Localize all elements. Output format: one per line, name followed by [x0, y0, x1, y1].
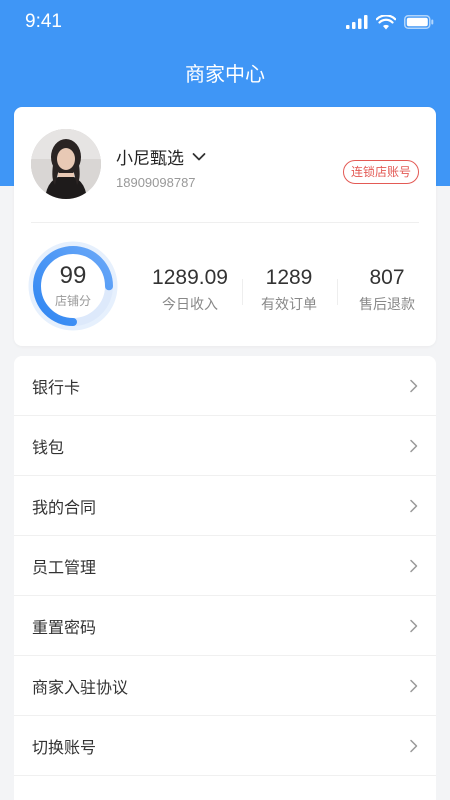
avatar[interactable] — [31, 129, 101, 199]
shop-phone: 18909098787 — [116, 175, 196, 190]
battery-icon — [404, 15, 434, 29]
menu-item-label: 员工管理 — [32, 557, 97, 577]
menu-item-staff[interactable]: 员工管理 — [14, 536, 436, 596]
wifi-icon — [376, 14, 396, 29]
score-value: 99 — [59, 262, 87, 289]
chevron-right-icon — [410, 499, 418, 512]
menu-item-bank-card[interactable]: 银行卡 — [14, 356, 436, 416]
chevron-right-icon — [410, 739, 418, 752]
menu-item-wallet[interactable]: 钱包 — [14, 416, 436, 476]
income-value: 1289.09 — [152, 266, 228, 289]
menu-item-merchant-agreement[interactable]: 商家入驻协议 — [14, 656, 436, 716]
chevron-down-icon — [192, 152, 206, 160]
stat-divider — [337, 279, 338, 305]
menu-item-reset-password[interactable]: 重置密码 — [14, 596, 436, 656]
score-label: 店铺分 — [54, 294, 91, 308]
profile-card: 小尼甄选 18909098787 连锁店账号 99 店铺分 1289.09 今日… — [14, 107, 436, 346]
chevron-right-icon — [410, 679, 418, 692]
orders-label: 有效订单 — [261, 297, 317, 313]
stat-orders[interactable]: 1289 有效订单 — [250, 265, 328, 314]
menu-item-label: 我的合同 — [32, 497, 97, 517]
menu-item-switch-account[interactable]: 切换账号 — [14, 716, 436, 776]
menu-item-contracts[interactable]: 我的合同 — [14, 476, 436, 536]
menu-item-label: 切换账号 — [32, 737, 97, 757]
menu-item-label: 商家入驻协议 — [32, 677, 129, 697]
chain-account-badge[interactable]: 连锁店账号 — [342, 160, 419, 184]
card-divider — [31, 222, 419, 223]
chevron-right-icon — [410, 559, 418, 572]
refunds-value: 807 — [369, 266, 405, 289]
menu-item-label: 钱包 — [32, 437, 65, 457]
menu-item-label: 重置密码 — [32, 617, 97, 637]
shop-switcher[interactable]: 小尼甄选 — [116, 144, 206, 169]
chevron-right-icon — [410, 379, 418, 392]
refunds-label: 售后退款 — [359, 297, 415, 313]
status-time: 9:41 — [25, 11, 62, 32]
stat-income[interactable]: 1289.09 今日收入 — [134, 265, 246, 314]
menu-item-label: 银行卡 — [32, 377, 81, 397]
orders-value: 1289 — [265, 266, 313, 289]
chevron-right-icon — [410, 439, 418, 452]
stat-refunds[interactable]: 807 售后退款 — [348, 265, 426, 314]
signal-icon — [346, 15, 368, 29]
status-icons — [346, 13, 434, 31]
chevron-right-icon — [410, 619, 418, 632]
status-bar: 9:41 — [0, 0, 450, 44]
income-label: 今日收入 — [162, 297, 218, 313]
shop-name: 小尼甄选 — [116, 149, 184, 169]
stat-divider — [242, 279, 243, 305]
page-title: 商家中心 — [185, 62, 265, 86]
menu-list: 银行卡 钱包 我的合同 员工管理 重置密码 商家入驻协议 切换账号 — [14, 356, 436, 800]
